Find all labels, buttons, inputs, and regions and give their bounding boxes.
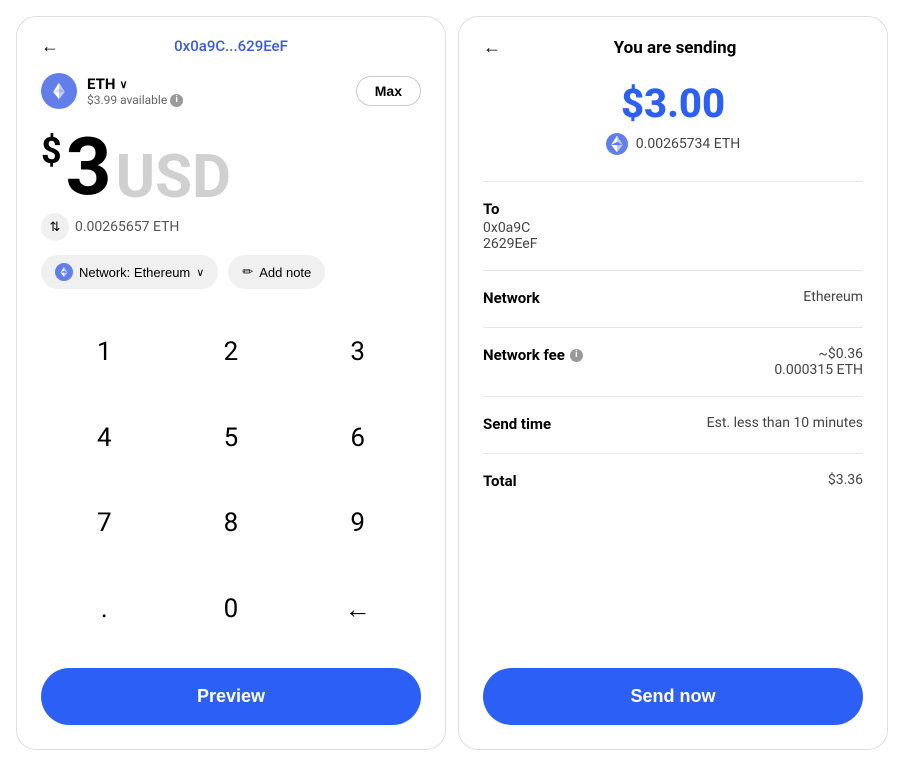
- numpad-key-9[interactable]: 9: [294, 481, 421, 567]
- max-button[interactable]: Max: [356, 76, 421, 106]
- panel-title: You are sending: [517, 38, 833, 58]
- amount-number: 3: [66, 127, 112, 207]
- send-eth-amount: 0.00265734 ETH: [636, 136, 740, 152]
- back-button-right[interactable]: ←: [483, 37, 501, 58]
- eth-equivalent-text: 0.00265657 ETH: [75, 219, 179, 235]
- network-dropdown-icon: ∨: [196, 266, 204, 279]
- fee-values: ~$0.36 0.000315 ETH: [774, 346, 863, 378]
- numpad-key-8[interactable]: 8: [168, 481, 295, 567]
- numpad-key-dot[interactable]: .: [41, 566, 168, 652]
- detail-section: To 0x0a9C 2629EeF Network Ethereum Netwo…: [483, 200, 863, 668]
- send-usd-amount: $3.00: [483, 80, 863, 127]
- token-available: $3.99 available i: [87, 93, 183, 107]
- numpad-key-6[interactable]: 6: [294, 395, 421, 481]
- preview-button[interactable]: Preview: [41, 668, 421, 725]
- sendtime-value: Est. less than 10 minutes: [707, 415, 863, 431]
- action-row: Network: Ethereum ∨ ✏ Add note: [41, 255, 421, 289]
- token-name[interactable]: ETH ∨: [87, 75, 183, 93]
- to-row: To 0x0a9C 2629EeF: [483, 200, 863, 252]
- network-label-right: Network: [483, 289, 540, 307]
- divider-4: [483, 453, 863, 454]
- amount-currency: USD: [116, 147, 232, 207]
- sendtime-label: Send time: [483, 415, 551, 433]
- total-row: Total $3.36: [483, 472, 863, 492]
- back-button-left[interactable]: ←: [41, 36, 59, 57]
- numpad-key-2[interactable]: 2: [168, 309, 295, 395]
- network-value: Ethereum: [803, 289, 863, 305]
- token-dropdown-icon: ∨: [119, 78, 127, 91]
- total-value: $3.36: [828, 472, 863, 488]
- numpad-key-backspace[interactable]: ←: [294, 566, 421, 652]
- info-icon[interactable]: i: [170, 94, 183, 107]
- add-note-label: Add note: [259, 265, 311, 280]
- token-label: ETH ∨ $3.99 available i: [87, 75, 183, 107]
- send-eth-icon: [606, 133, 628, 155]
- divider-top: [483, 181, 863, 182]
- numpad: 1 2 3 4 5 6 7 8 9 . 0 ←: [41, 309, 421, 652]
- numpad-key-5[interactable]: 5: [168, 395, 295, 481]
- network-label: Network: Ethereum: [79, 265, 190, 280]
- send-now-button[interactable]: Send now: [483, 668, 863, 725]
- to-label: To: [483, 200, 863, 218]
- total-label: Total: [483, 472, 517, 490]
- pencil-icon: ✏: [242, 264, 253, 280]
- add-note-button[interactable]: ✏ Add note: [228, 255, 325, 289]
- right-top-bar: ← You are sending: [483, 37, 863, 58]
- wallet-address-left[interactable]: 0x0a9C...629EeF: [174, 37, 288, 55]
- divider-3: [483, 396, 863, 397]
- network-button[interactable]: Network: Ethereum ∨: [41, 255, 218, 289]
- token-row: ETH ∨ $3.99 available i Max: [41, 73, 421, 109]
- fee-usd-value: ~$0.36: [774, 346, 863, 362]
- sendtime-row: Send time Est. less than 10 minutes: [483, 415, 863, 435]
- send-amount: $3.00 0.00265734 ETH: [483, 80, 863, 155]
- numpad-key-0[interactable]: 0: [168, 566, 295, 652]
- swap-icon[interactable]: ⇅: [41, 213, 69, 241]
- fee-info-icon[interactable]: i: [570, 349, 583, 362]
- eth-icon: [41, 73, 77, 109]
- to-value-line1: 0x0a9C: [483, 220, 863, 236]
- send-eth-row: 0.00265734 ETH: [483, 133, 863, 155]
- numpad-key-7[interactable]: 7: [41, 481, 168, 567]
- network-eth-icon: [55, 263, 73, 281]
- fee-label: Network fee i: [483, 346, 583, 364]
- token-info: ETH ∨ $3.99 available i: [41, 73, 183, 109]
- numpad-key-3[interactable]: 3: [294, 309, 421, 395]
- left-top-bar: ← 0x0a9C...629EeF: [41, 37, 421, 55]
- divider-2: [483, 327, 863, 328]
- fee-eth-value: 0.000315 ETH: [774, 362, 863, 378]
- fee-row: Network fee i ~$0.36 0.000315 ETH: [483, 346, 863, 378]
- network-row: Network Ethereum: [483, 289, 863, 309]
- to-value-line2: 2629EeF: [483, 236, 863, 252]
- dollar-sign: $: [41, 127, 62, 169]
- numpad-key-1[interactable]: 1: [41, 309, 168, 395]
- eth-equivalent-row: ⇅ 0.00265657 ETH: [41, 213, 421, 241]
- numpad-key-4[interactable]: 4: [41, 395, 168, 481]
- amount-display: $ 3 USD: [41, 127, 421, 207]
- divider-1: [483, 270, 863, 271]
